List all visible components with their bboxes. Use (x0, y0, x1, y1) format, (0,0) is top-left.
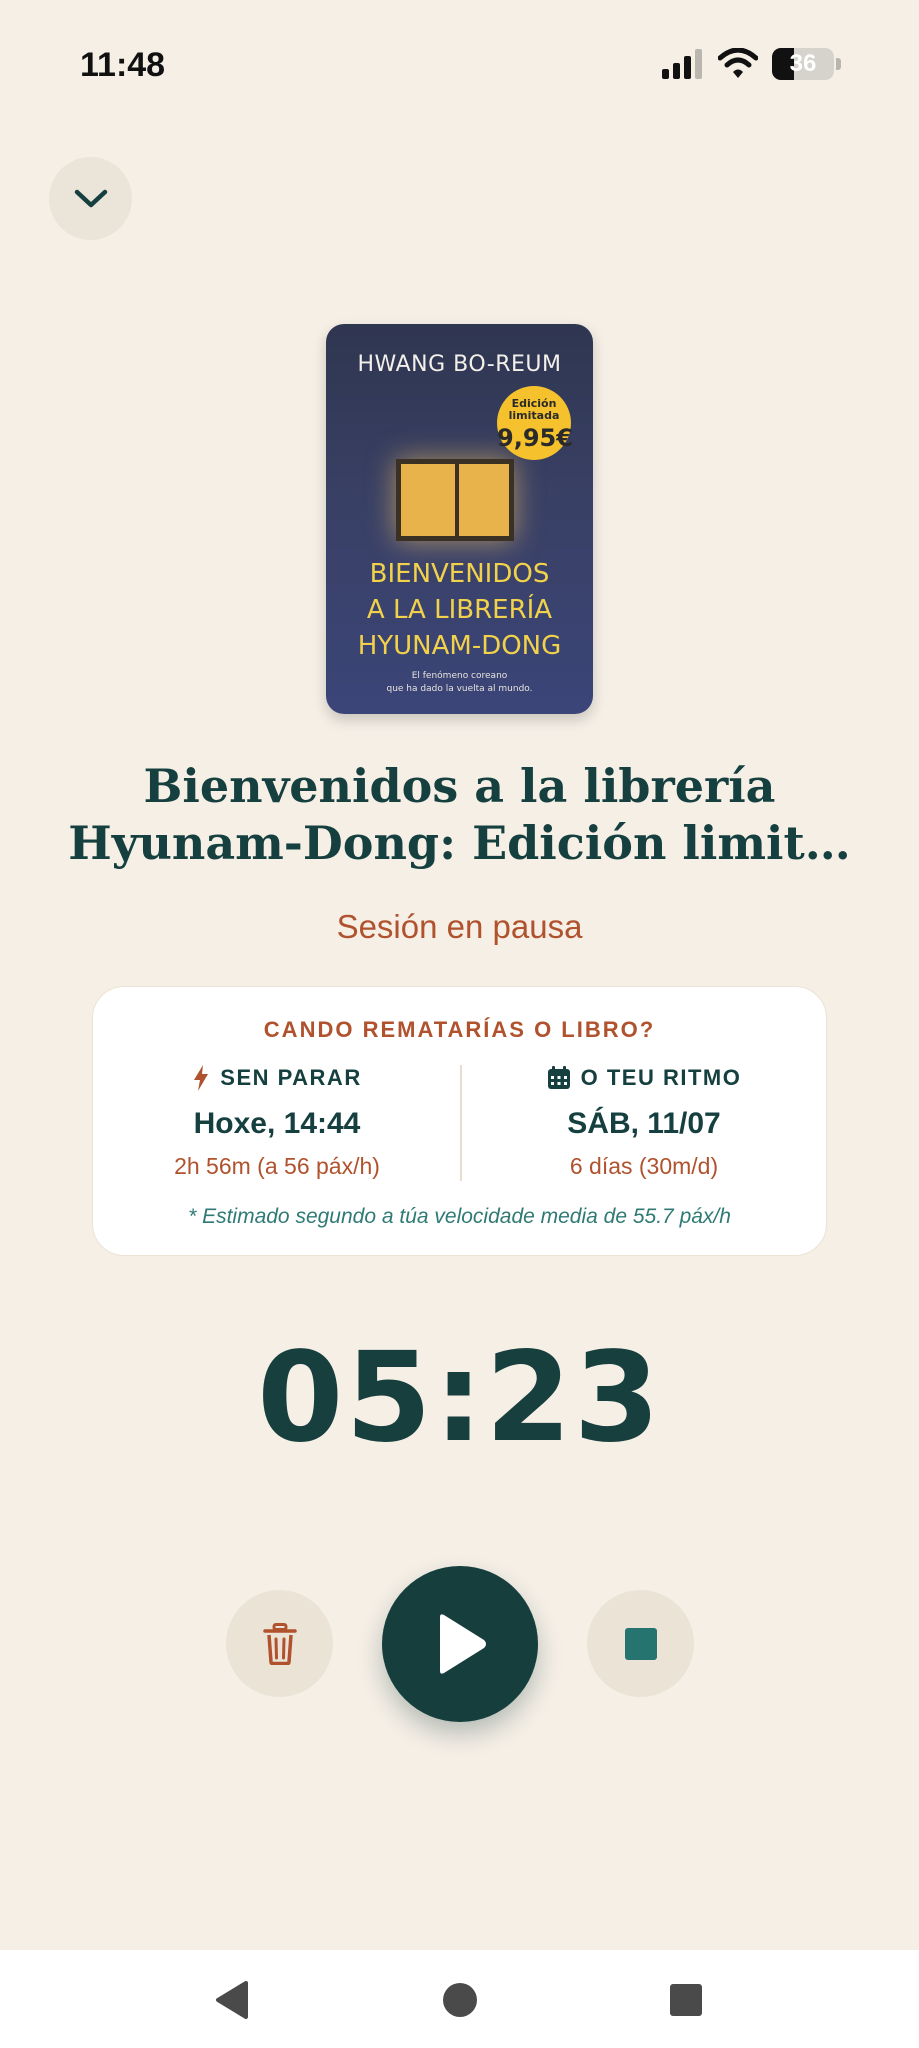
cover-title: BIENVENIDOS A LA LIBRERÍA HYUNAM-DONG (326, 556, 593, 664)
badge-line2: limitada (508, 409, 560, 422)
nonstop-detail: 2h 56m (a 56 páx/h) (174, 1153, 380, 1179)
session-timer: 05:23 (257, 1326, 662, 1470)
pace-detail: 6 días (30m/d) (569, 1153, 719, 1179)
cover-illustration (396, 459, 514, 541)
cover-tagline-line: que ha dado la vuelta al mundo. (386, 684, 533, 694)
cover-price-badge: Edición limitada 9,95€ (497, 386, 573, 460)
calendar-icon (547, 1066, 570, 1089)
wifi-icon (718, 48, 758, 78)
book-cover: HWANG BO-REUM Edición limitada 9,95€ BIE… (326, 324, 593, 714)
nonstop-estimate: SEN PARAR Hoxe, 14:44 2h 56m (a 56 páx/h… (93, 1065, 461, 1180)
cover-tagline-line: El fenómeno coreano (411, 671, 508, 681)
back-icon[interactable] (214, 1980, 250, 2020)
status-bar: 11:48 36 (0, 0, 919, 120)
nonstop-value: Hoxe, 14:44 (193, 1107, 361, 1140)
play-button[interactable] (382, 1566, 538, 1722)
finish-estimate-card: CANDO REMATARÍAS O LIBRO? SEN PARAR Hoxe… (92, 986, 827, 1256)
pace-label-row: O TEU RITMO (460, 1065, 828, 1091)
cover-tagline: El fenómeno coreano que ha dado la vuelt… (326, 670, 593, 696)
stop-button[interactable] (587, 1590, 694, 1697)
collapse-button[interactable] (49, 157, 132, 240)
battery-level: 36 (789, 50, 817, 77)
pace-estimate: O TEU RITMO SÁB, 11/07 6 días (30m/d) (460, 1065, 828, 1180)
estimate-note: * Estimado segundo a túa velocidade medi… (188, 1205, 731, 1228)
pace-label: O TEU RITMO (580, 1065, 742, 1090)
home-icon[interactable] (441, 1980, 479, 2020)
badge-price: 9,95€ (497, 424, 573, 452)
pace-value: SÁB, 11/07 (567, 1107, 721, 1140)
stop-icon (624, 1627, 657, 1660)
battery-indicator: 36 (772, 48, 834, 80)
cover-author: HWANG BO-REUM (357, 352, 562, 377)
nonstop-label-row: SEN PARAR (93, 1065, 461, 1091)
chevron-down-icon (74, 189, 107, 207)
nonstop-label: SEN PARAR (220, 1065, 362, 1090)
system-nav-bar (0, 1950, 919, 2048)
cover-title-line: HYUNAM-DONG (357, 631, 562, 661)
recents-icon[interactable] (669, 1980, 703, 2020)
signal-icon (662, 49, 702, 79)
book-title: Bienvenidos a la librería Hyunam-Dong: E… (68, 759, 851, 870)
card-heading: CANDO REMATARÍAS O LIBRO? (263, 1017, 656, 1042)
session-status: Sesión en pausa (336, 908, 583, 945)
cover-title-line: A LA LIBRERÍA (366, 595, 553, 625)
play-icon (440, 1614, 486, 1674)
trash-icon (262, 1622, 297, 1665)
status-time: 11:48 (80, 46, 166, 84)
lightning-icon (194, 1065, 209, 1091)
battery-tip (836, 58, 841, 70)
delete-session-button[interactable] (226, 1590, 333, 1697)
cover-title-line: BIENVENIDOS (369, 559, 550, 589)
status-icons: 36 (662, 48, 841, 80)
